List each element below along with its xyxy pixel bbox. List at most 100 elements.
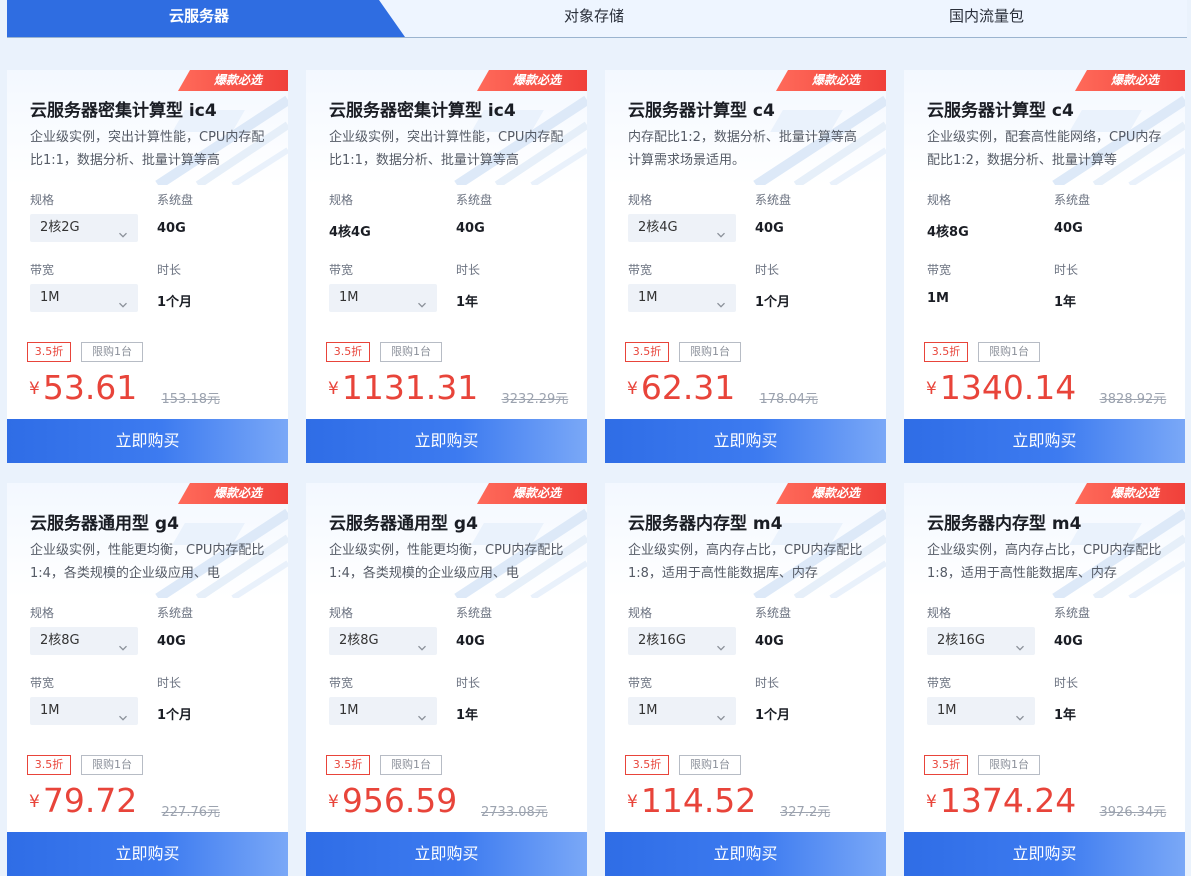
price-value: 114.52 (640, 781, 757, 820)
product-card: 爆款必选 云服务器计算型 c4 企业级实例，配套高性能网络，CPU内存配比1:2… (904, 70, 1185, 463)
tab-domestic-traffic[interactable]: 国内流量包 (949, 5, 1024, 26)
bandwidth-value: 1M (339, 290, 359, 305)
hot-badge: 爆款必选 (1075, 70, 1185, 91)
disk-label: 系统盘 (157, 606, 194, 620)
tab-object-storage[interactable]: 对象存储 (564, 5, 624, 26)
product-card: 爆款必选 云服务器计算型 c4 内存配比1:2，数据分析、批量计算等高计算需求场… (605, 70, 886, 463)
badge-label: 爆款必选 (811, 486, 860, 500)
price: ¥1340.14 (926, 368, 1076, 407)
duration-label: 时长 (755, 676, 780, 690)
hot-badge: 爆款必选 (178, 70, 288, 91)
bandwidth-label: 带宽 (329, 263, 354, 277)
duration-value: 1年 (1054, 708, 1077, 723)
spec-select[interactable]: 2核2G (30, 214, 138, 242)
chevron-down-icon (118, 223, 128, 238)
disk-label: 系统盘 (157, 193, 194, 207)
original-price: 227.76元 (161, 805, 221, 820)
discount-tag: 3.5折 (326, 755, 370, 775)
currency-symbol: ¥ (926, 792, 937, 812)
duration-value: 1年 (456, 708, 479, 723)
duration-value: 1个月 (755, 295, 791, 310)
card-description: 企业级实例，高内存占比，CPU内存配比1:8，适用于高性能数据库、内存 (628, 543, 863, 581)
original-price: 327.2元 (780, 805, 831, 820)
card-description: 内存配比1:2，数据分析、批量计算等高计算需求场景适用。 (628, 130, 857, 168)
chevron-down-icon (417, 636, 427, 651)
bandwidth-value: 1M (40, 703, 60, 718)
spec-value: 2核4G (638, 220, 678, 235)
original-price: 2733.08元 (481, 805, 548, 820)
product-card: 爆款必选 云服务器内存型 m4 企业级实例，高内存占比，CPU内存配比1:8，适… (605, 483, 886, 876)
duration-label: 时长 (456, 263, 481, 277)
hot-badge: 爆款必选 (178, 483, 288, 504)
badge-label: 爆款必选 (1110, 73, 1159, 87)
card-title: 云服务器计算型 c4 (927, 101, 1074, 121)
buy-now-button[interactable]: 立即购买 (605, 832, 886, 876)
price: ¥62.31 (627, 368, 735, 407)
price: ¥1374.24 (926, 781, 1076, 820)
spec-select[interactable]: 2核4G (628, 214, 736, 242)
badge-label: 爆款必选 (512, 73, 561, 87)
disk-value: 40G (755, 634, 784, 649)
purchase-limit-tag: 限购1台 (679, 755, 741, 775)
chevron-down-icon (1015, 706, 1025, 721)
spec-label: 规格 (329, 606, 354, 620)
bandwidth-select[interactable]: 1M (628, 697, 736, 725)
card-title: 云服务器内存型 m4 (628, 514, 783, 534)
bandwidth-select[interactable]: 1M (927, 697, 1035, 725)
buy-now-button[interactable]: 立即购买 (605, 419, 886, 463)
bandwidth-label: 带宽 (628, 676, 653, 690)
price-value: 79.72 (42, 781, 138, 820)
bandwidth-select[interactable]: 1M (628, 284, 736, 312)
spec-label: 规格 (628, 193, 653, 207)
bandwidth-label: 带宽 (329, 676, 354, 690)
spec-label: 规格 (30, 606, 55, 620)
spec-select[interactable]: 2核8G (329, 627, 437, 655)
duration-value: 1个月 (755, 708, 791, 723)
bandwidth-label: 带宽 (30, 676, 55, 690)
bandwidth-select[interactable]: 1M (30, 697, 138, 725)
chevron-down-icon (716, 636, 726, 651)
price: ¥79.72 (29, 781, 137, 820)
product-card: 爆款必选 云服务器密集计算型 ic4 企业级实例，突出计算性能，CPU内存配比1… (7, 70, 288, 463)
buy-now-button[interactable]: 立即购买 (904, 832, 1185, 876)
price-value: 1374.24 (939, 781, 1077, 820)
buy-now-button[interactable]: 立即购买 (7, 419, 288, 463)
price-value: 956.59 (341, 781, 458, 820)
currency-symbol: ¥ (926, 379, 937, 399)
currency-symbol: ¥ (627, 379, 638, 399)
bandwidth-value: 1M (339, 703, 359, 718)
spec-select[interactable]: 2核16G (927, 627, 1035, 655)
spec-select[interactable]: 2核16G (628, 627, 736, 655)
price: ¥956.59 (328, 781, 457, 820)
spec-value: 2核16G (638, 633, 686, 648)
buy-now-button[interactable]: 立即购买 (306, 419, 587, 463)
card-title: 云服务器计算型 c4 (628, 101, 775, 121)
spec-select[interactable]: 2核8G (30, 627, 138, 655)
hot-badge: 爆款必选 (477, 483, 587, 504)
discount-tag: 3.5折 (924, 342, 968, 362)
tab-cloud-server[interactable]: 云服务器 (7, 0, 405, 37)
disk-label: 系统盘 (456, 193, 493, 207)
bandwidth-select[interactable]: 1M (329, 284, 437, 312)
bandwidth-select[interactable]: 1M (30, 284, 138, 312)
price: ¥53.61 (29, 368, 137, 407)
duration-label: 时长 (1054, 676, 1079, 690)
buy-now-button[interactable]: 立即购买 (306, 832, 587, 876)
hot-badge: 爆款必选 (1075, 483, 1185, 504)
bandwidth-label: 带宽 (628, 263, 653, 277)
discount-tag: 3.5折 (625, 755, 669, 775)
chevron-down-icon (118, 636, 128, 651)
disk-value: 40G (1054, 634, 1083, 649)
bandwidth-select[interactable]: 1M (329, 697, 437, 725)
buy-now-button[interactable]: 立即购买 (7, 832, 288, 876)
spec-value: 2核2G (40, 220, 80, 235)
currency-symbol: ¥ (627, 792, 638, 812)
spec-label: 规格 (329, 193, 354, 207)
price-value: 1340.14 (939, 368, 1077, 407)
currency-symbol: ¥ (29, 379, 40, 399)
card-description: 企业级实例，性能更均衡，CPU内存配比1:4，各类规模的企业级应用、电 (30, 543, 265, 581)
buy-now-button[interactable]: 立即购买 (904, 419, 1185, 463)
badge-label: 爆款必选 (213, 73, 262, 87)
duration-value: 1年 (1054, 295, 1077, 310)
tab-label: 云服务器 (169, 7, 230, 25)
